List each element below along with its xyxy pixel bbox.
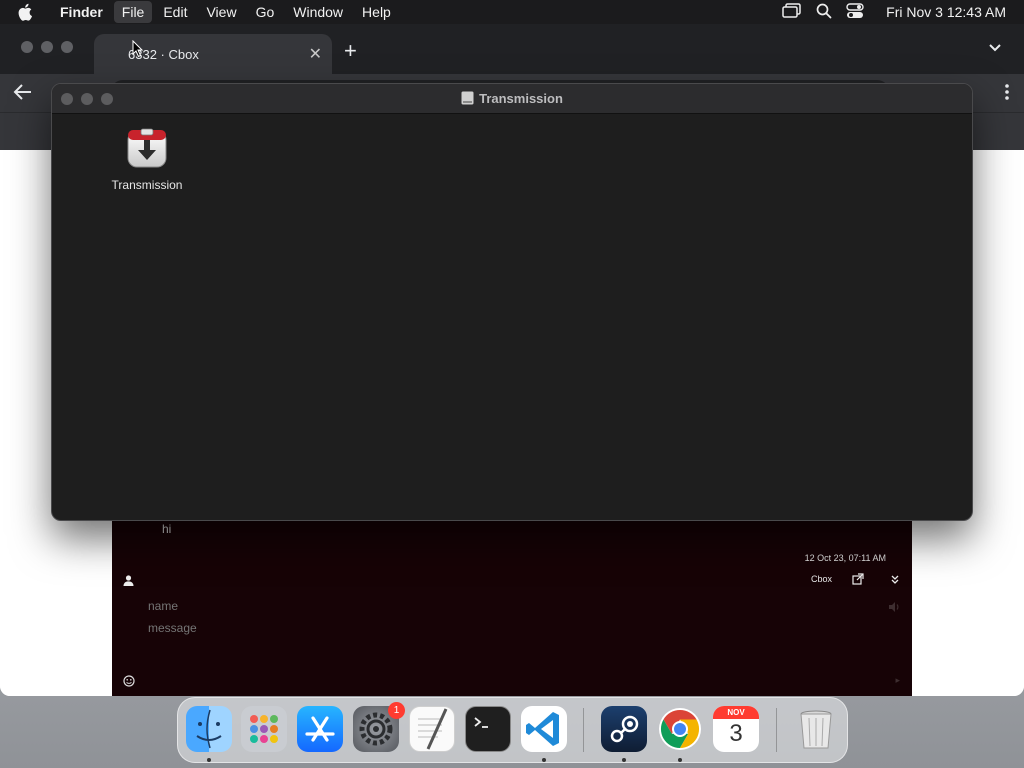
user-icon[interactable]: [123, 573, 134, 591]
transmission-app-icon: [125, 126, 169, 170]
dock-terminal-icon[interactable]: [465, 706, 511, 752]
tab-strip: 6332 · Cbox ✕ +: [0, 24, 1024, 74]
dock-finder-icon[interactable]: [186, 706, 232, 752]
dock-separator: [583, 708, 584, 752]
collapse-chevrons-icon[interactable]: [890, 572, 900, 590]
menu-app-finder[interactable]: Finder: [52, 1, 111, 23]
dock-launchpad-icon[interactable]: [241, 706, 287, 752]
message-timestamp: 12 Oct 23, 07:11 AM: [804, 553, 886, 563]
dock-separator: [776, 708, 777, 752]
cbox-link[interactable]: Cbox: [811, 574, 832, 584]
menu-clock[interactable]: Fri Nov 3 12:43 AM: [886, 4, 1006, 20]
back-arrow-icon[interactable]: [12, 81, 34, 108]
new-tab-button[interactable]: +: [344, 38, 357, 64]
dock-calendar-icon[interactable]: NOV 3: [713, 706, 759, 752]
dock: 1 NOV 3: [177, 697, 848, 763]
menu-help[interactable]: Help: [354, 1, 399, 23]
menu-window[interactable]: Window: [285, 1, 351, 23]
close-window-button[interactable]: [21, 41, 33, 53]
dock-textedit-icon[interactable]: [409, 706, 455, 752]
dock-chrome-icon[interactable]: [657, 706, 703, 752]
browser-tab[interactable]: 6332 · Cbox ✕: [94, 34, 332, 74]
dock-trash-icon[interactable]: [793, 706, 839, 752]
calendar-day: 3: [729, 720, 743, 747]
menu-edit[interactable]: Edit: [155, 1, 195, 23]
menu-bar: Finder File Edit View Go Window Help Fri…: [0, 0, 1024, 24]
control-center-icon[interactable]: [846, 2, 864, 22]
finder-window-title: Transmission: [52, 91, 972, 108]
finder-item-label: Transmission: [111, 178, 183, 192]
disk-volume-icon: [461, 91, 474, 108]
running-indicator: [622, 758, 626, 762]
cbox-chat-widget: hi 12 Oct 23, 07:11 AM Cbox ▸: [112, 494, 912, 696]
cbox-bar: Cbox: [112, 568, 912, 590]
sound-icon[interactable]: [889, 599, 900, 617]
minimize-window-button[interactable]: [41, 41, 53, 53]
apple-menu-icon[interactable]: [18, 3, 38, 21]
emoji-icon[interactable]: [123, 674, 135, 692]
tab-close-icon[interactable]: ✕: [309, 44, 322, 64]
menu-go[interactable]: Go: [248, 1, 283, 23]
screen-mirroring-icon[interactable]: [782, 2, 802, 22]
running-indicator: [542, 758, 546, 762]
mouse-cursor-icon: [132, 39, 144, 63]
name-input[interactable]: [148, 599, 848, 613]
notification-badge: 1: [388, 702, 405, 719]
message-input[interactable]: [148, 621, 848, 635]
browser-menu-icon[interactable]: [1004, 83, 1010, 106]
tab-search-chevron-icon[interactable]: [988, 40, 1002, 58]
running-indicator: [678, 758, 682, 762]
running-indicator: [207, 758, 211, 762]
spotlight-search-icon[interactable]: [816, 3, 832, 22]
menu-file[interactable]: File: [113, 1, 153, 23]
finder-item-transmission[interactable]: Transmission: [100, 126, 194, 192]
finder-title-text: Transmission: [479, 91, 563, 106]
chat-message: hi: [162, 522, 172, 536]
dock-vscode-icon[interactable]: [521, 706, 567, 752]
finder-window: Transmission Transmission: [51, 83, 973, 521]
finder-titlebar: Transmission: [52, 84, 972, 114]
dock-app-store-icon[interactable]: [297, 706, 343, 752]
zoom-window-button[interactable]: [61, 41, 73, 53]
calendar-month: NOV: [727, 708, 745, 717]
popout-icon[interactable]: [852, 572, 864, 590]
menu-view[interactable]: View: [198, 1, 244, 23]
send-arrow-icon[interactable]: ▸: [895, 675, 900, 686]
dock-steam-icon[interactable]: [601, 706, 647, 752]
